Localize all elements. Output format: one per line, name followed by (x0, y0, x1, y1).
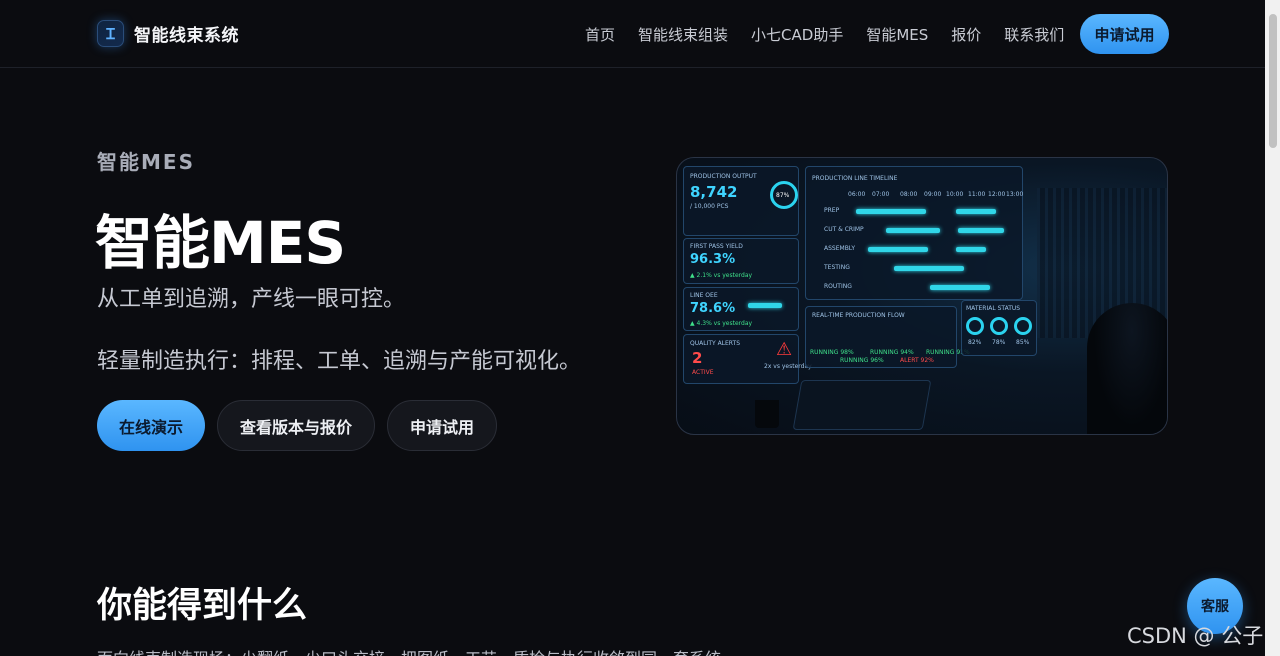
material-value: 78% (992, 339, 1006, 346)
flow-label: REAL-TIME PRODUCTION FLOW (812, 312, 905, 319)
section-title: 你能得到什么 (97, 586, 308, 626)
timeline-hour: 12:00 (988, 191, 1006, 198)
oee-delta: ▲ 4.3% vs yesterday (690, 320, 753, 327)
hero-actions: 在线演示 查看版本与报价 申请试用 (97, 400, 498, 451)
oee-bar (748, 303, 782, 308)
brand[interactable]: Ɪ 智能线束系统 (97, 20, 239, 47)
material-label: MATERIAL STATUS (966, 305, 1021, 312)
yield-value: 96.3% (690, 252, 736, 267)
timeline-bar (856, 209, 926, 214)
timeline-hour: 08:00 (900, 191, 918, 198)
output-panel: PRODUCTION OUTPUT 8,742 / 10,000 PCS 87% (683, 166, 799, 236)
timeline-bar (956, 209, 996, 214)
output-pct: 87% (776, 192, 790, 199)
watermark: CSDN @ 公子 (1127, 624, 1264, 648)
yield-label: FIRST PASS YIELD (690, 243, 743, 250)
timeline-bar (956, 247, 986, 252)
yield-delta: ▲ 2.1% vs yesterday (690, 272, 753, 279)
alerts-panel: QUALITY ALERTS 2 ACTIVE 2x vs yesterday … (683, 334, 812, 384)
operator-silhouette (1087, 303, 1167, 434)
timeline-panel: PRODUCTION LINE TIMELINE 06:00 07:00 08:… (805, 166, 1023, 300)
trial-button[interactable]: 申请试用 (387, 400, 498, 451)
hero-subtitle: 从工单到追溯，产线一眼可控。 (97, 287, 406, 312)
oee-panel: LINE OEE 78.6% ▲ 4.3% vs yesterday (683, 287, 799, 331)
nav-link-mes[interactable]: 智能MES (866, 24, 928, 45)
yield-panel: FIRST PASS YIELD 96.3% ▲ 2.1% vs yesterd… (683, 238, 799, 284)
oee-value: 78.6% (690, 301, 736, 316)
timeline-hour: 06:00 (848, 191, 866, 198)
logo-icon: Ɪ (97, 20, 124, 47)
oee-label: LINE OEE (690, 292, 718, 299)
material-value: 85% (1016, 339, 1030, 346)
hero-title: 智能MES (95, 209, 346, 277)
flow-state: RUNNING 94% (870, 349, 914, 356)
timeline-bar (930, 285, 990, 290)
flow-state: RUNNING 98% (810, 349, 854, 356)
timeline-hour: 09:00 (924, 191, 942, 198)
alerts-label: QUALITY ALERTS (690, 340, 741, 347)
material-panel: MATERIAL STATUS 82% 78% 85% (961, 300, 1037, 356)
material-ring (1014, 317, 1032, 335)
nav-link-harness-assembly[interactable]: 智能线束组装 (638, 24, 728, 45)
timeline-bar (868, 247, 928, 252)
hero-description: 轻量制造执行：排程、工单、追溯与产能可视化。 (97, 349, 582, 374)
online-demo-button[interactable]: 在线演示 (97, 400, 205, 451)
top-navbar: Ɪ 智能线束系统 首页 智能线束组装 小七CAD助手 智能MES 报价 联系我们… (0, 0, 1265, 68)
main-menu: 首页 智能线束组装 小七CAD助手 智能MES 报价 联系我们 (585, 24, 1087, 45)
timeline-hour: 10:00 (946, 191, 964, 198)
coffee-mug (755, 400, 779, 428)
timeline-row-label: TESTING (824, 264, 850, 271)
nav-link-contact[interactable]: 联系我们 (1004, 24, 1064, 45)
brand-name: 智能线束系统 (134, 26, 239, 46)
nav-link-home[interactable]: 首页 (585, 24, 615, 45)
timeline-row-label: ASSEMBLY (824, 245, 856, 252)
timeline-hour: 13:00 (1006, 191, 1024, 198)
flow-state: ALERT 92% (900, 357, 934, 364)
apply-trial-button[interactable]: 申请试用 (1080, 14, 1169, 54)
pricing-button[interactable]: 查看版本与报价 (217, 400, 376, 451)
timeline-bar (894, 266, 964, 271)
timeline-bar (958, 228, 1004, 233)
section-text: 面向线束制造现场：少翻纸、少口头交接、把图纸、工艺、质检与执行收敛到同一套系统。 (97, 645, 737, 656)
timeline-hour: 11:00 (968, 191, 986, 198)
output-target: / 10,000 PCS (690, 203, 729, 210)
alerts-state: ACTIVE (692, 369, 714, 376)
alerts-value: 2 (692, 349, 703, 367)
timeline-row-label: ROUTING (824, 283, 852, 290)
nav-link-cad-assistant[interactable]: 小七CAD助手 (751, 24, 843, 45)
output-value: 8,742 (690, 183, 738, 201)
tablet-device (792, 380, 932, 430)
hero-eyebrow: 智能MES (97, 150, 195, 174)
flow-state: RUNNING 96% (840, 357, 884, 364)
warning-icon: ⚠ (776, 339, 793, 360)
scrollbar-thumb[interactable] (1269, 14, 1277, 148)
mes-dashboard-image: PRODUCTION OUTPUT 8,742 / 10,000 PCS 87%… (676, 157, 1168, 435)
timeline-label: PRODUCTION LINE TIMELINE (812, 175, 898, 182)
material-ring (966, 317, 984, 335)
flow-panel: REAL-TIME PRODUCTION FLOW RUNNING 98% RU… (805, 306, 970, 368)
material-value: 82% (968, 339, 982, 346)
output-label: PRODUCTION OUTPUT (690, 173, 757, 180)
timeline-row-label: PREP (824, 207, 840, 214)
nav-link-pricing[interactable]: 报价 (951, 24, 981, 45)
material-ring (990, 317, 1008, 335)
timeline-hour: 07:00 (872, 191, 890, 198)
timeline-bar (886, 228, 940, 233)
timeline-row-label: CUT & CRIMP (824, 226, 864, 233)
